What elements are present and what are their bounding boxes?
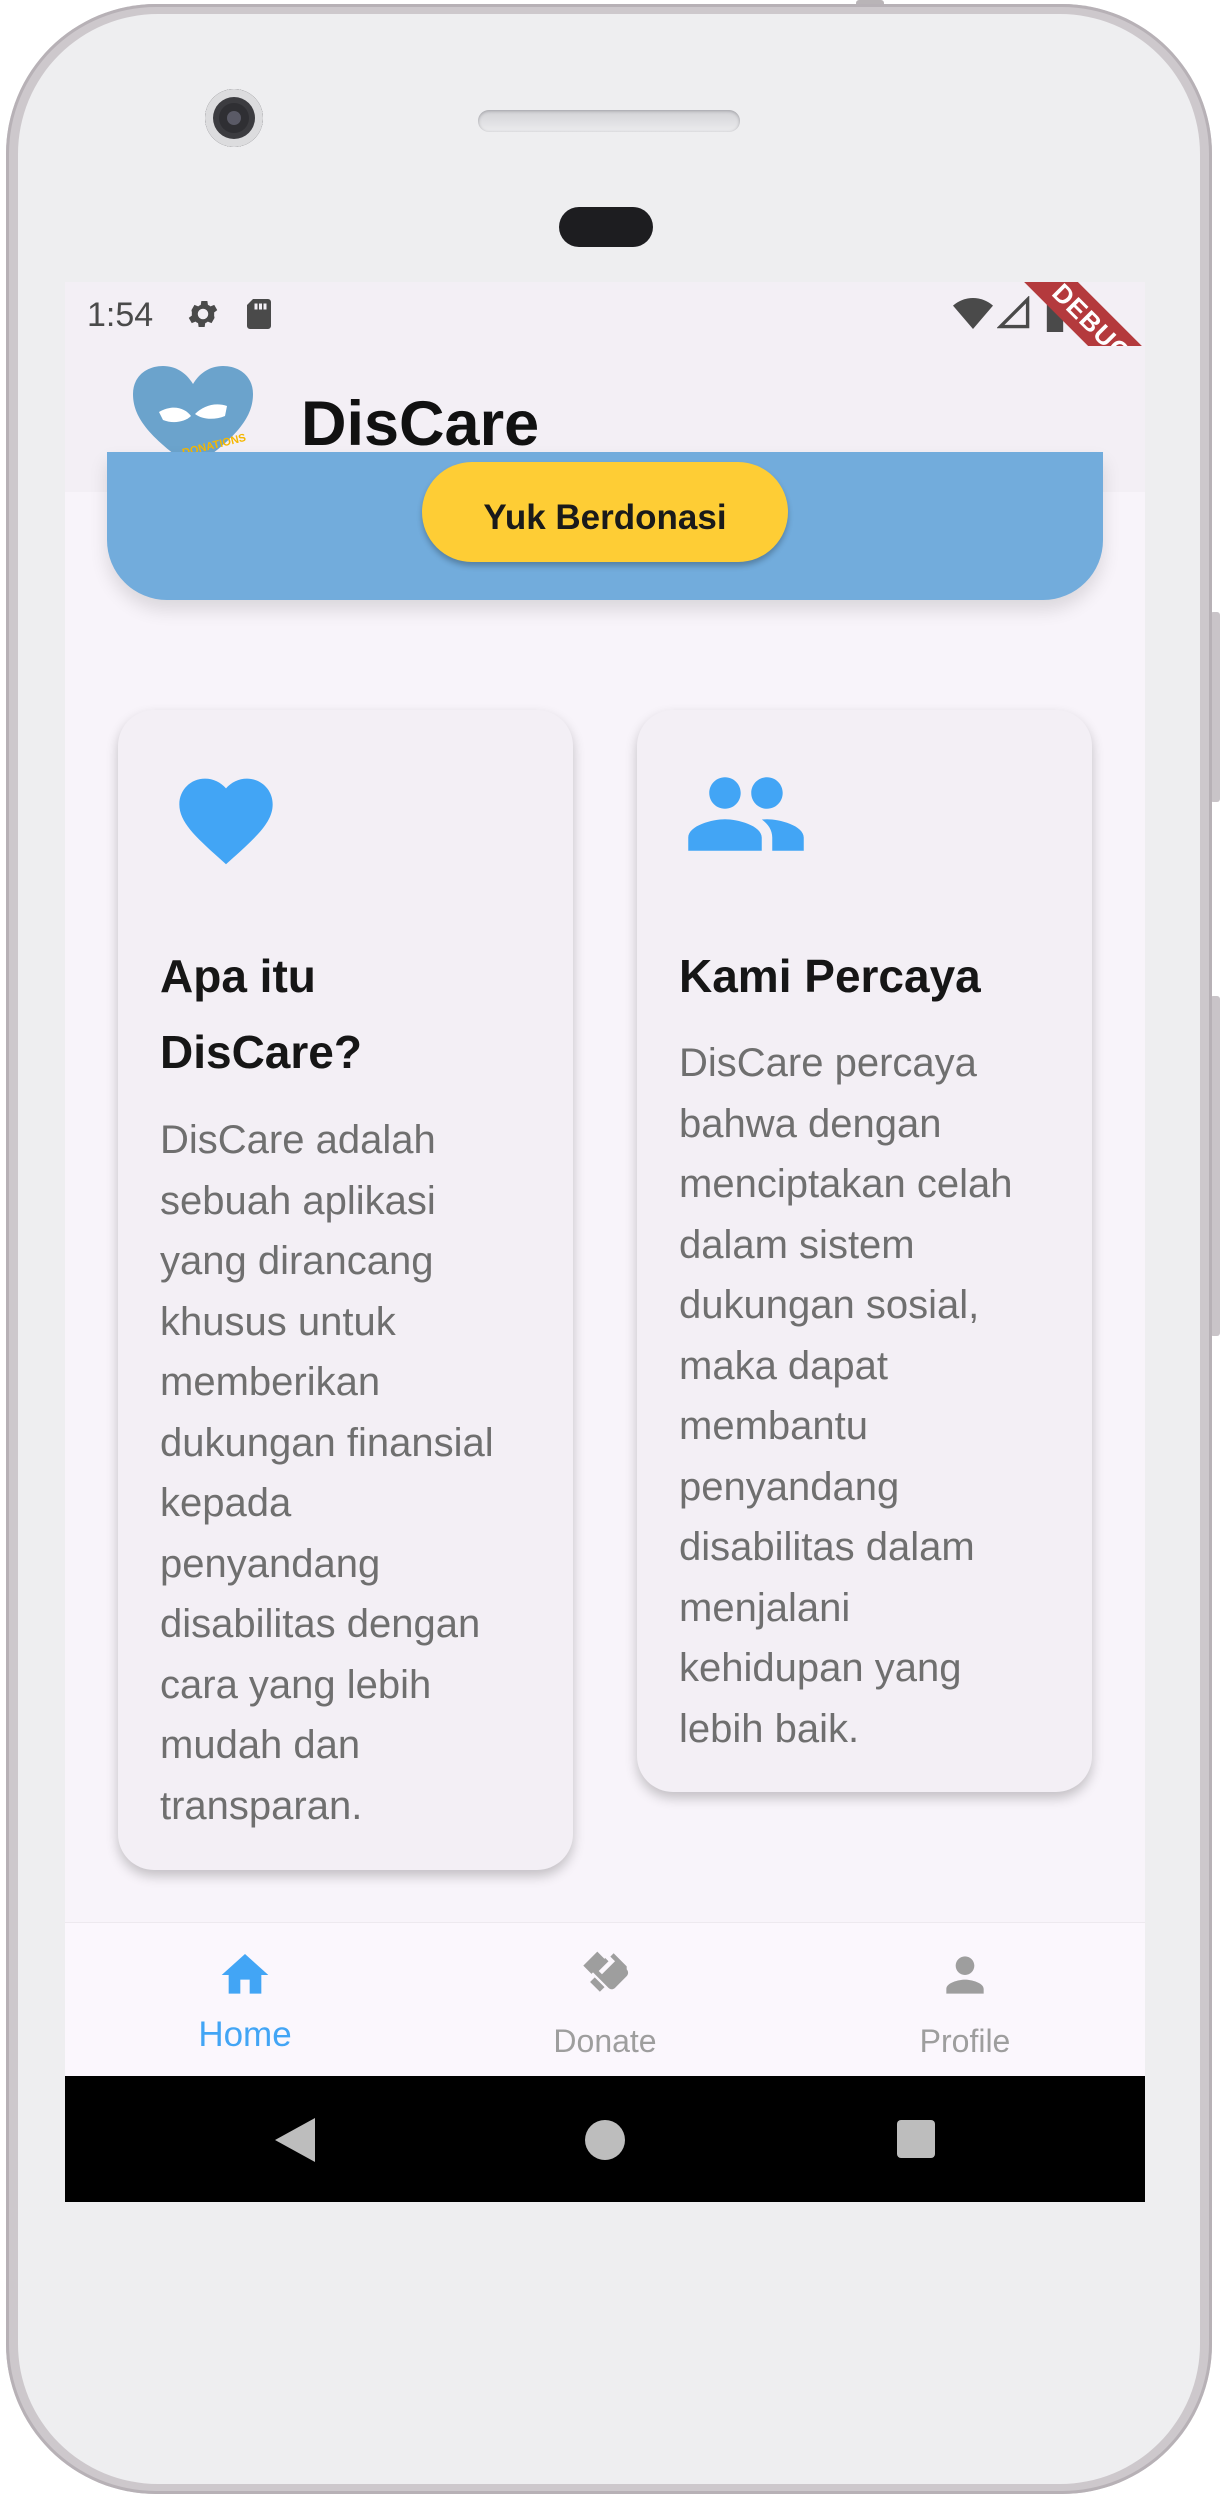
bottom-navigation: Home Donate Profile <box>65 1922 1145 2077</box>
donate-cta-button[interactable]: Yuk Berdonasi <box>422 462 788 562</box>
back-icon[interactable] <box>275 2118 315 2167</box>
nav-label: Profile <box>919 2023 1011 2059</box>
info-card-belief: Kami Percaya DisCare percaya bahwa denga… <box>637 710 1092 1792</box>
people-icon <box>683 772 809 861</box>
nav-label: Donate <box>553 2023 657 2059</box>
card-title: Kami Percaya <box>679 950 981 1002</box>
cell-signal-icon <box>996 295 1031 335</box>
recents-icon[interactable] <box>897 2120 935 2158</box>
app-title: DisCare <box>301 389 540 459</box>
nav-item-home[interactable]: Home <box>65 1923 425 2077</box>
status-bar: 1:54 DEBUG <box>65 282 1145 411</box>
card-body: DisCare percaya bahwa dengan menciptakan… <box>679 1041 1013 1751</box>
nav-item-donate[interactable]: Donate <box>425 1923 785 2077</box>
home-content[interactable]: Yuk Berdonasi Apa itu DisCare? DisCare a… <box>65 452 1145 1922</box>
person-icon <box>937 1947 993 2003</box>
settings-icon <box>185 296 221 337</box>
info-card-about: Apa itu DisCare? DisCare adalah sebuah a… <box>118 710 573 1870</box>
card-body: DisCare adalah sebuah aplikasi yang dira… <box>160 1118 494 1828</box>
system-navigation-bar <box>65 2076 1145 2202</box>
card-title: Apa itu DisCare? <box>160 950 362 1078</box>
app-screen: 1:54 DEBUG CALL for DONATIONS <box>65 282 1145 2202</box>
sd-card-icon <box>243 296 275 337</box>
status-time: 1:54 <box>87 296 154 334</box>
handshake-icon <box>577 1947 633 2003</box>
proximity-sensor <box>559 207 653 247</box>
home-button-icon[interactable] <box>585 2120 625 2160</box>
front-camera <box>205 89 263 147</box>
home-icon <box>217 1947 273 2003</box>
nav-item-profile[interactable]: Profile <box>785 1923 1145 2077</box>
heart-icon <box>170 764 282 873</box>
wifi-icon <box>953 296 993 337</box>
earpiece-speaker <box>478 110 740 132</box>
nav-label: Home <box>198 2015 292 2054</box>
